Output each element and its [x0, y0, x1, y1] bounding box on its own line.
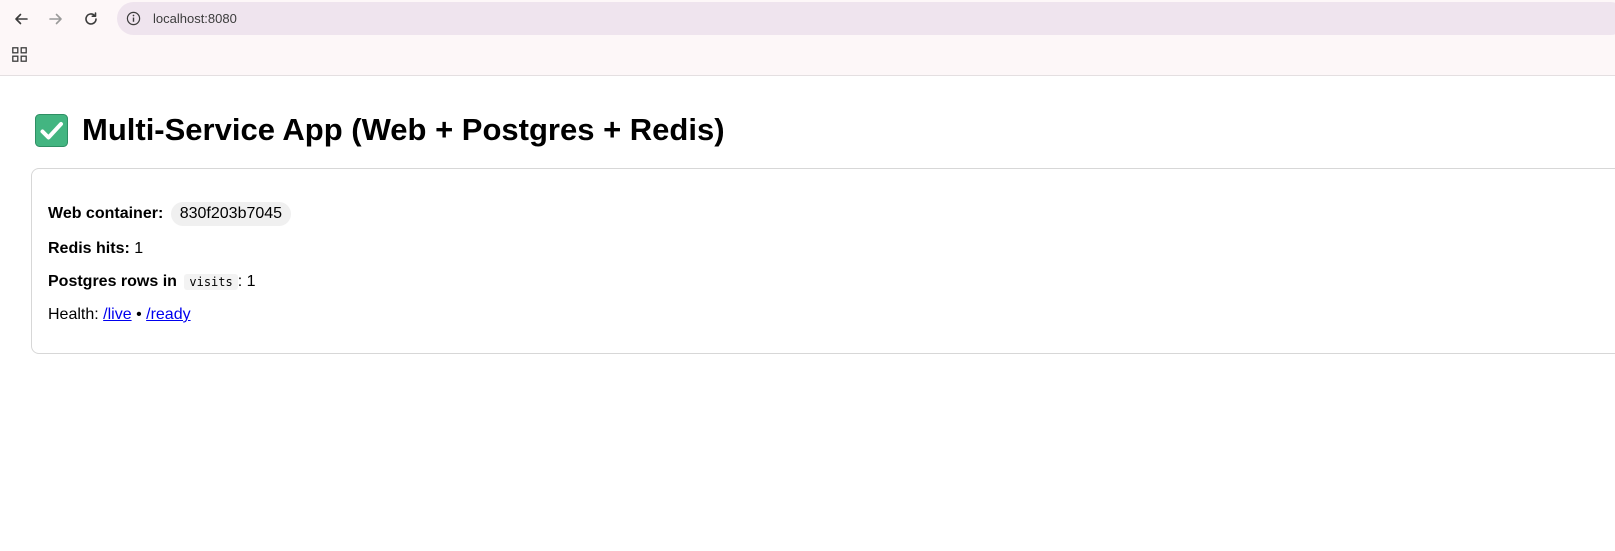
postgres-rows-row: Postgres rows in visits: 1: [48, 272, 256, 292]
health-separator: •: [136, 306, 142, 323]
health-live-link[interactable]: /live: [103, 306, 131, 323]
url-text[interactable]: localhost:8080: [153, 11, 237, 26]
container-id-badge: 830f203b7045: [170, 202, 292, 226]
forward-button[interactable]: [43, 6, 69, 32]
postgres-table-name: visits: [184, 274, 238, 290]
redis-hits-value: 1: [134, 240, 144, 257]
apps-grid-icon: [11, 46, 27, 62]
status-card: Web container: 830f203b7045 Redis hits: …: [31, 168, 1615, 354]
reload-icon: [85, 12, 97, 25]
health-ready-link[interactable]: /ready: [146, 306, 190, 323]
back-button[interactable]: [8, 6, 34, 32]
forward-arrow-icon: [49, 13, 62, 25]
info-icon[interactable]: [125, 10, 142, 27]
reload-button[interactable]: [78, 6, 104, 32]
page-title: Multi-Service App (Web + Postgres + Redi…: [35, 112, 725, 148]
browser-toolbar: localhost:8080: [0, 0, 1615, 76]
check-mark-button-icon: [35, 113, 68, 147]
web-container-label: Web container:: [48, 205, 164, 222]
postgres-rows-label: Postgres rows in: [48, 273, 177, 290]
redis-hits-label: Redis hits:: [48, 240, 130, 257]
page-title-text: Multi-Service App (Web + Postgres + Redi…: [82, 112, 725, 147]
health-row: Health: /live • /ready: [48, 305, 191, 325]
address-bar[interactable]: localhost:8080: [117, 2, 1615, 35]
redis-hits-row: Redis hits: 1: [48, 239, 143, 259]
web-container-row: Web container: 830f203b7045: [48, 202, 292, 226]
postgres-rows-value: : 1: [237, 273, 256, 290]
apps-button[interactable]: [9, 44, 29, 64]
health-label: Health:: [48, 306, 99, 323]
back-arrow-icon: [15, 13, 28, 25]
